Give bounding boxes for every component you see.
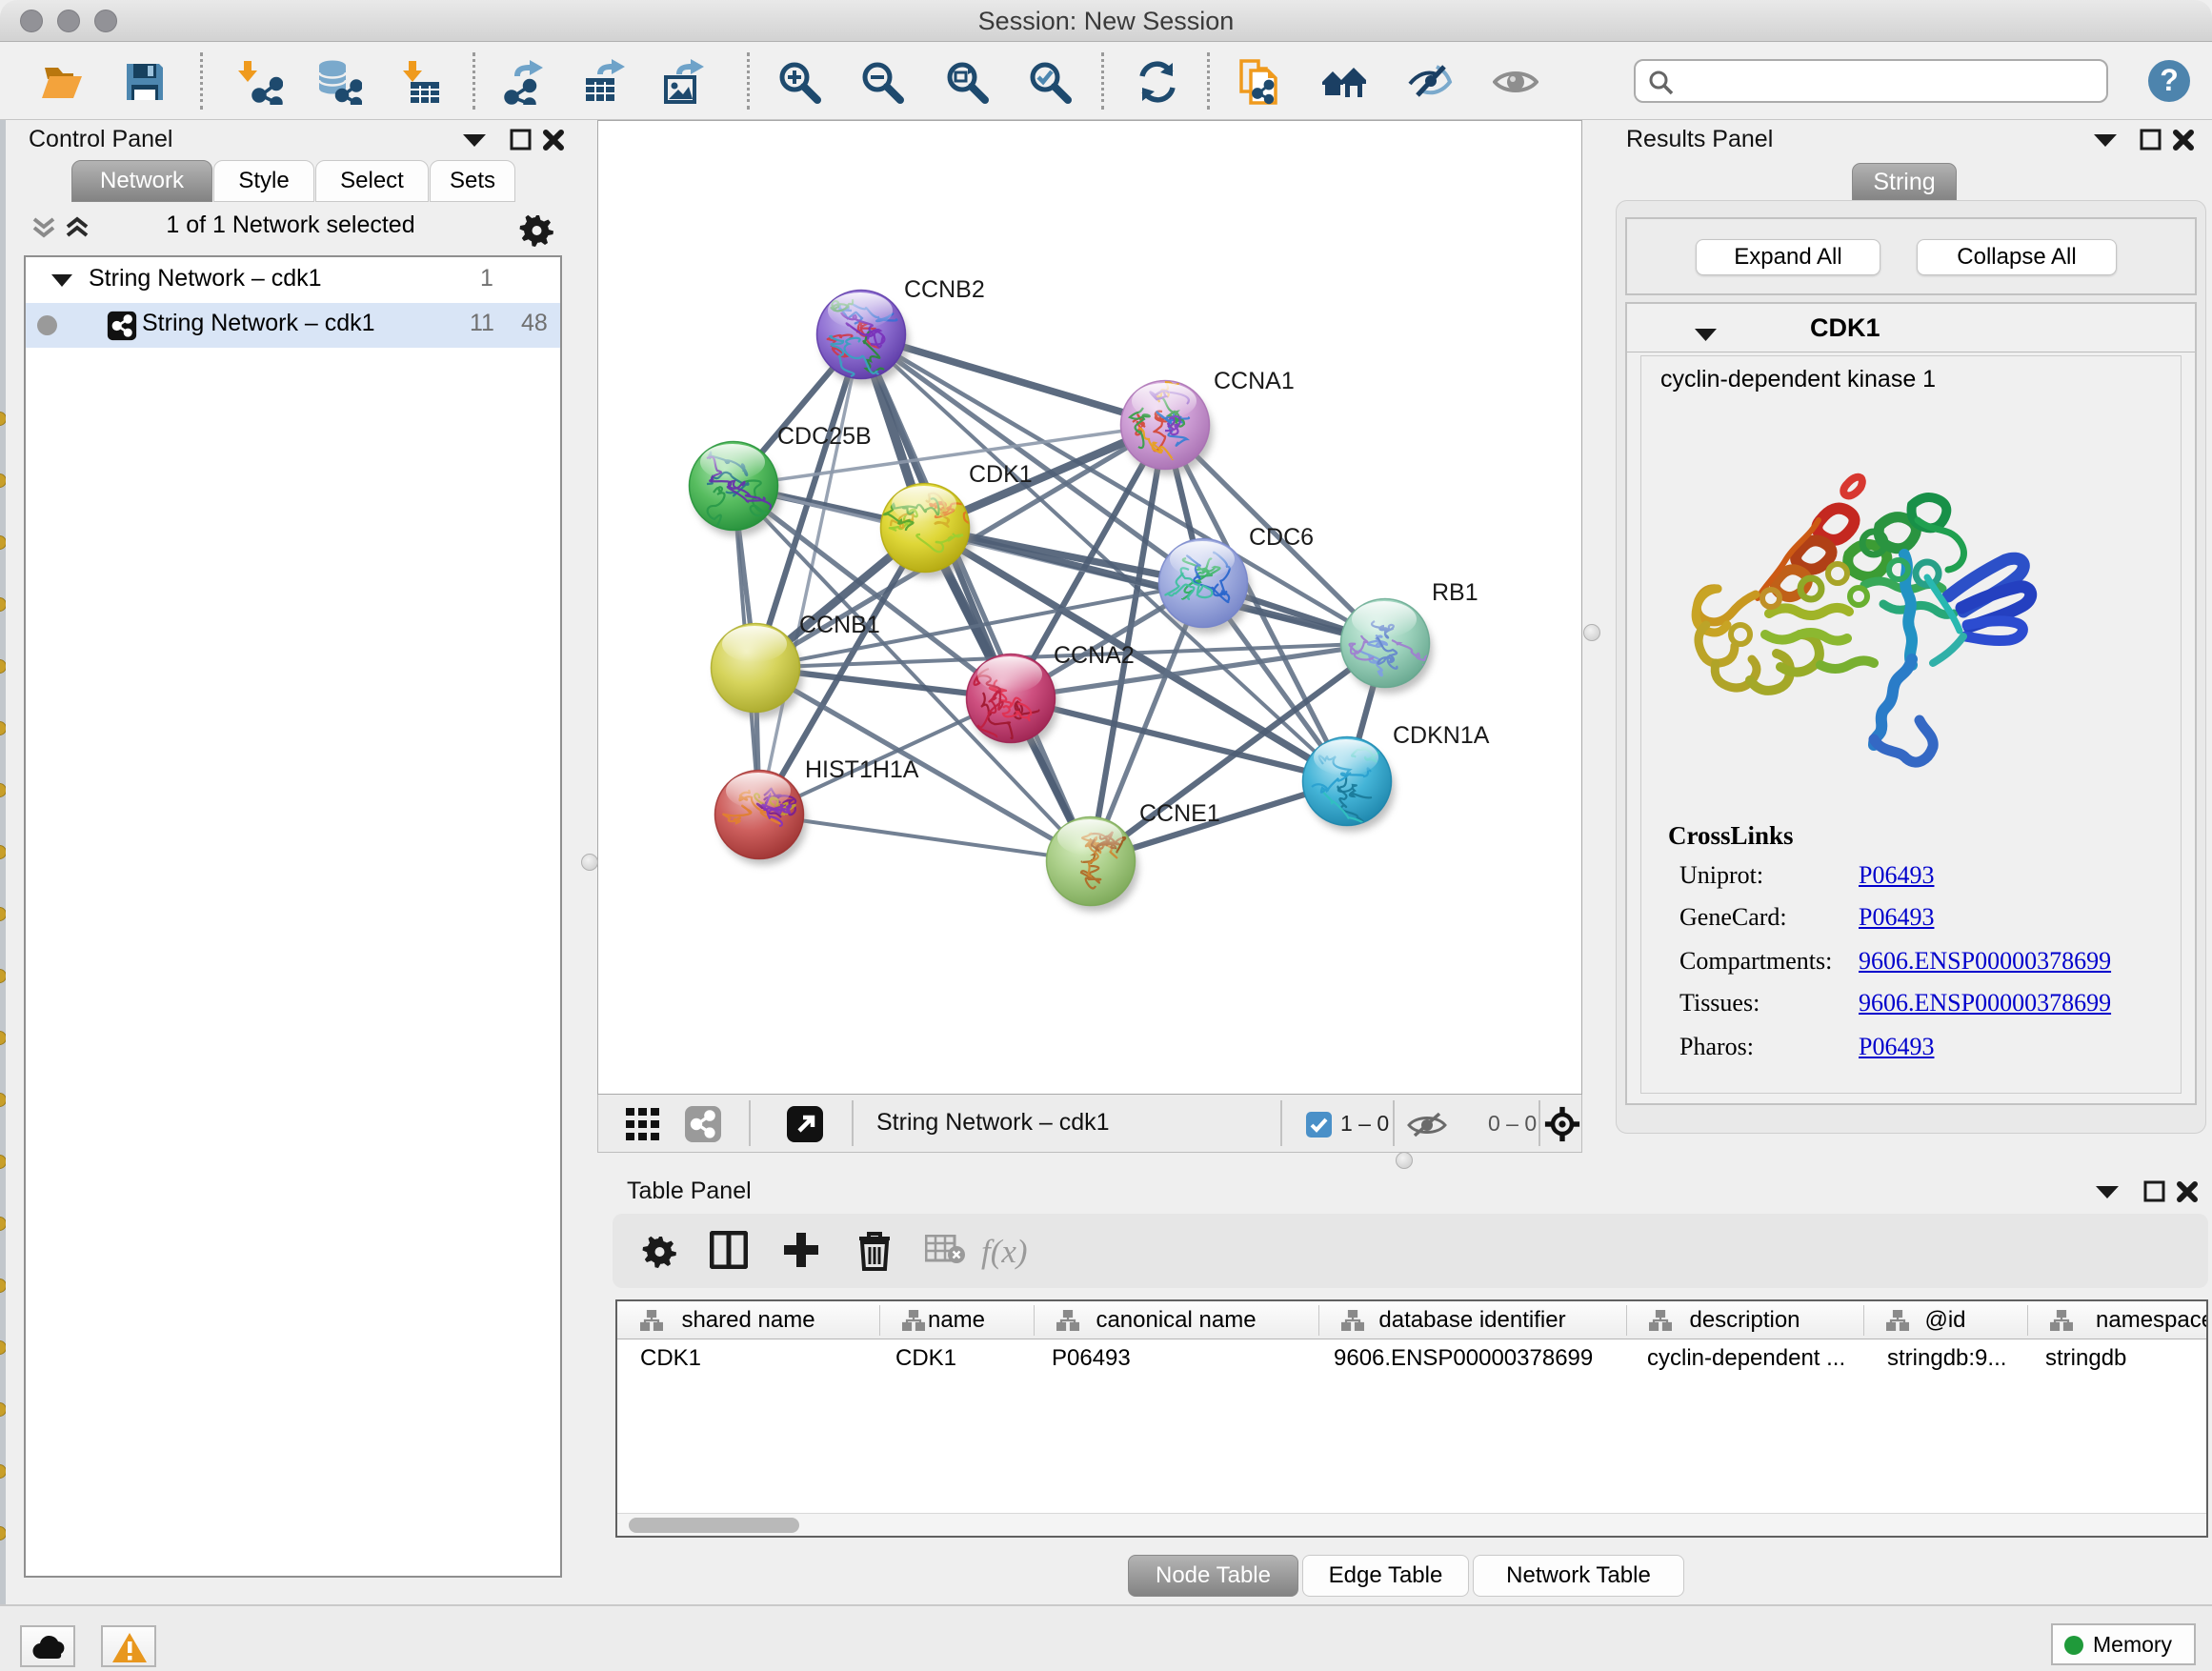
svg-text:CDC6: CDC6 xyxy=(1249,524,1314,551)
svg-text:RB1: RB1 xyxy=(1432,579,1478,606)
svg-text:CCNB1: CCNB1 xyxy=(799,612,880,638)
svg-text:CCNB2: CCNB2 xyxy=(904,276,985,303)
svg-text:CCNA1: CCNA1 xyxy=(1214,368,1295,394)
svg-text:?: ? xyxy=(2160,63,2179,97)
svg-text:CDK1: CDK1 xyxy=(969,461,1033,488)
svg-text:HIST1H1A: HIST1H1A xyxy=(805,756,919,783)
svg-text:CCNE1: CCNE1 xyxy=(1139,800,1220,827)
svg-text:CCNA2: CCNA2 xyxy=(1054,642,1135,669)
svg-text:CDC25B: CDC25B xyxy=(777,423,872,450)
svg-text:CDKN1A: CDKN1A xyxy=(1393,722,1490,749)
